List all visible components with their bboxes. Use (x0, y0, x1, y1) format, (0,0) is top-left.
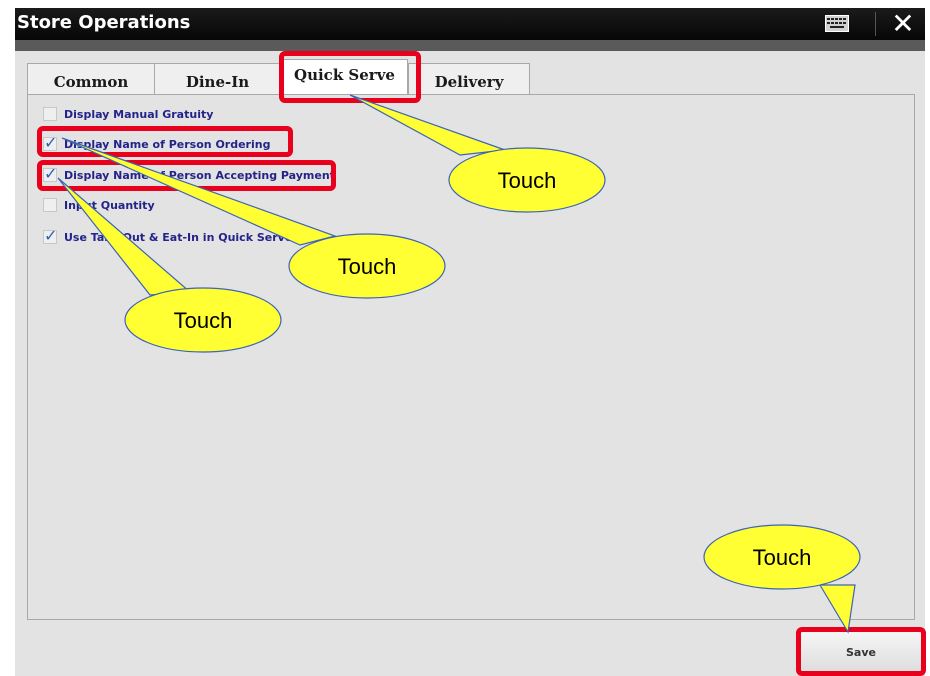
title-bar: Store Operations ✕ (15, 8, 925, 40)
close-icon[interactable]: ✕ (887, 8, 919, 40)
highlight-option-person-ordering (37, 126, 293, 157)
tab-common[interactable]: Common (27, 63, 155, 95)
check-icon: ✓ (44, 226, 58, 245)
option-label: Display Manual Gratuity (64, 107, 214, 121)
tab-dine-in[interactable]: Dine-In (154, 63, 281, 95)
option-use-take-out-eat-in[interactable]: ✓ Use Take Out & Eat-In in Quick Serve (43, 226, 293, 245)
tab-delivery[interactable]: Delivery (408, 63, 530, 95)
option-display-manual-gratuity[interactable]: Display Manual Gratuity (43, 106, 213, 122)
highlight-quick-serve-tab (279, 51, 421, 103)
title-underbar (15, 40, 925, 51)
highlight-save-button (796, 627, 926, 676)
keyboard-icon[interactable] (825, 15, 849, 32)
checkbox[interactable]: ✓ (43, 226, 57, 245)
option-label: Use Take Out & Eat-In in Quick Serve (64, 230, 293, 244)
window-title: Store Operations (17, 12, 191, 33)
checkbox[interactable] (43, 198, 57, 212)
checkbox[interactable] (43, 107, 57, 121)
store-operations-window: Store Operations ✕ Common Dine-In Quick … (15, 8, 925, 676)
highlight-option-accepting-payment (37, 160, 336, 191)
option-label: Input Quantity (64, 198, 155, 212)
title-separator (875, 12, 876, 36)
option-input-quantity[interactable]: Input Quantity (43, 197, 155, 213)
